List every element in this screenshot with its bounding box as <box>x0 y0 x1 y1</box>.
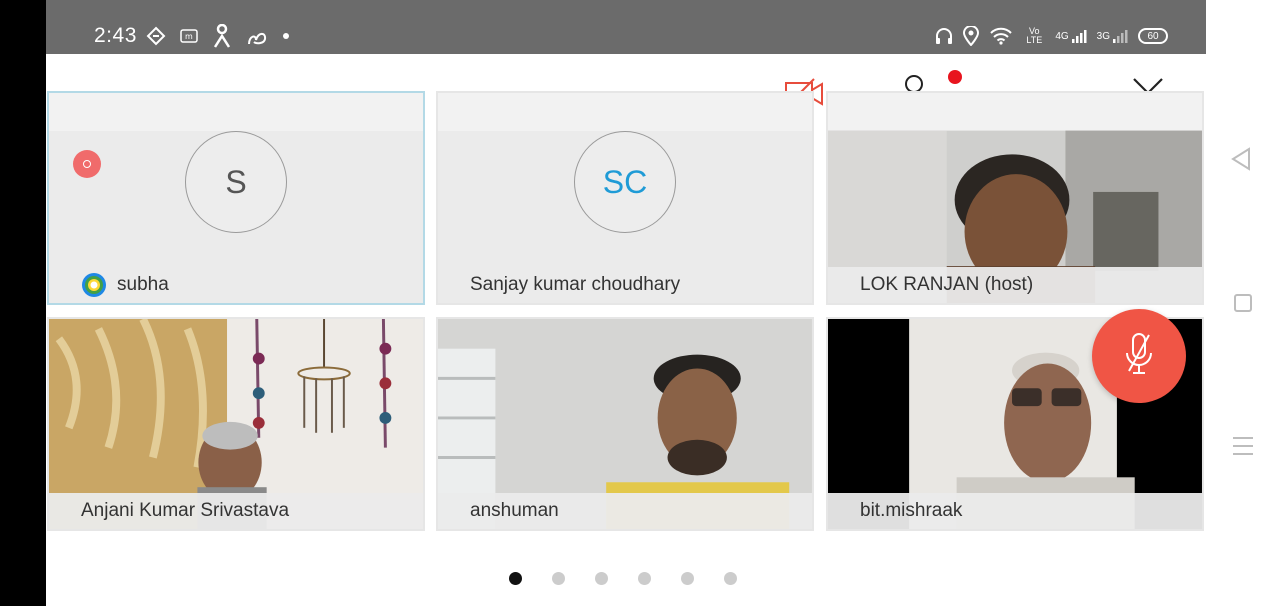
page-dot-3[interactable] <box>595 572 608 585</box>
back-icon[interactable] <box>1230 147 1252 176</box>
avatar: SC <box>574 131 676 233</box>
participant-name: bit.mishraak <box>860 500 963 521</box>
participant-name: subha <box>117 274 169 295</box>
headphones-icon <box>935 27 953 45</box>
squirrel-app-icon <box>246 26 268 46</box>
page-dot-5[interactable] <box>681 572 694 585</box>
meeting-gallery-view: S subha SC Sanjay kumar choudhary LOK RA… <box>46 54 1206 606</box>
person-icon <box>212 24 232 48</box>
page-dot-1[interactable] <box>509 572 522 585</box>
tile-top-strip <box>438 93 812 131</box>
name-bar: LOK RANJAN (host) <box>828 267 1202 303</box>
message-icon: m <box>180 29 198 43</box>
svg-text:m: m <box>185 32 193 41</box>
avatar: S <box>185 131 287 233</box>
page-indicator <box>509 572 737 585</box>
location-icon <box>963 26 980 46</box>
navigation-bar <box>1206 0 1280 606</box>
rotate-lock-icon <box>146 26 166 46</box>
mute-microphone-button[interactable] <box>1092 309 1186 403</box>
wifi-icon <box>989 27 1013 45</box>
name-bar: anshuman <box>438 493 812 529</box>
page-dot-4[interactable] <box>638 572 651 585</box>
battery-icon: 60 <box>1138 28 1168 44</box>
status-bar: 2:43 m Vo LTE 4G 3G 60 <box>46 0 1206 54</box>
mic-off-icon <box>1121 331 1157 382</box>
status-left-icons: m <box>146 24 290 48</box>
left-edge-bar <box>0 0 46 606</box>
page-dot-2[interactable] <box>552 572 565 585</box>
participant-tile-anshuman[interactable]: anshuman <box>436 317 814 531</box>
participant-tile-subha[interactable]: S subha <box>47 91 425 305</box>
chrome-app-icon <box>81 272 107 303</box>
name-bar: Anjani Kumar Srivastava <box>49 493 423 529</box>
recents-icon[interactable] <box>1233 437 1253 461</box>
participant-name: Sanjay kumar choudhary <box>470 274 681 295</box>
signal-4g-icon: 4G <box>1055 28 1087 44</box>
participant-name: LOK RANJAN (host) <box>860 274 1034 295</box>
name-bar: bit.mishraak <box>828 493 1202 529</box>
page-dot-6[interactable] <box>724 572 737 585</box>
volte-icon: Vo LTE <box>1026 26 1043 45</box>
recording-indicator <box>73 150 101 178</box>
participant-tile-anjani[interactable]: Anjani Kumar Srivastava <box>47 317 425 531</box>
tile-top-strip <box>49 93 423 131</box>
participant-tile-sanjay[interactable]: SC Sanjay kumar choudhary <box>436 91 814 305</box>
home-icon[interactable] <box>1234 294 1252 312</box>
notification-dot-icon <box>282 32 290 40</box>
status-right-icons: Vo LTE 4G 3G 60 <box>935 26 1168 46</box>
status-time: 2:43 <box>94 24 137 47</box>
participant-tile-lok-ranjan[interactable]: LOK RANJAN (host) <box>826 91 1204 305</box>
signal-3g-icon: 3G <box>1097 28 1128 44</box>
participants-notification-dot <box>948 70 962 84</box>
name-bar: subha <box>49 267 423 303</box>
participant-name: Anjani Kumar Srivastava <box>81 500 290 521</box>
participant-name: anshuman <box>470 500 559 521</box>
name-bar: Sanjay kumar choudhary <box>438 267 812 303</box>
